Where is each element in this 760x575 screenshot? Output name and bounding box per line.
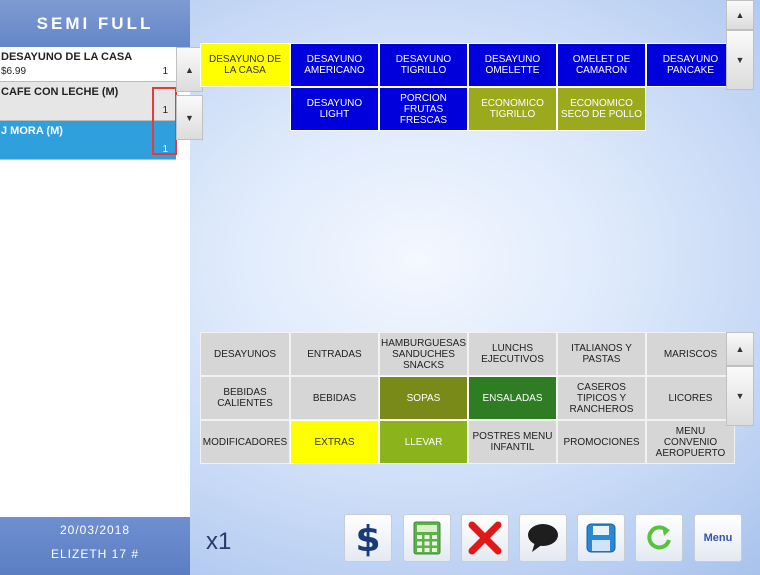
category-tile[interactable]: ITALIANOS Y PASTAS: [557, 332, 646, 376]
category-tile[interactable]: DESAYUNOS: [200, 332, 290, 376]
product-tile[interactable]: OMELET DE CAMARON: [557, 43, 646, 87]
comment-icon: [528, 524, 558, 552]
delete-button[interactable]: [461, 514, 509, 562]
category-tile[interactable]: BEBIDAS CALIENTES: [200, 376, 290, 420]
product-tile[interactable]: DESAYUNO OMELETTE: [468, 43, 557, 87]
product-tile[interactable]: PORCION FRUTAS FRESCAS: [379, 87, 468, 131]
category-tile[interactable]: MODIFICADORES: [200, 420, 290, 464]
order-item-selected[interactable]: J MORA (M) 1: [0, 121, 176, 160]
refresh-button[interactable]: [635, 514, 683, 562]
chevron-up-icon: ▲: [185, 64, 194, 75]
session-footer: 20/03/2018 ELIZETH 17 #: [0, 517, 190, 575]
order-list: DESAYUNO DE LA CASA $6.99 1 CAFE CON LEC…: [0, 47, 176, 160]
save-button[interactable]: [577, 514, 625, 562]
product-tile[interactable]: DESAYUNO AMERICANO: [290, 43, 379, 87]
order-item-name: J MORA (M): [1, 125, 63, 137]
calculator-button[interactable]: [403, 514, 451, 562]
category-tile[interactable]: BEBIDAS: [290, 376, 379, 420]
order-item-name: CAFE CON LECHE (M): [1, 86, 119, 98]
category-tile[interactable]: HAMBURGUESAS SANDUCHES SNACKS: [379, 332, 468, 376]
product-tile[interactable]: ECONOMICO SECO DE POLLO: [557, 87, 646, 131]
brand-title: SEMI FULL: [0, 0, 190, 47]
calculator-icon: [413, 521, 441, 555]
category-tile[interactable]: ENTRADAS: [290, 332, 379, 376]
refresh-icon: [647, 525, 671, 550]
product-scroll-up-button[interactable]: ▲: [726, 0, 754, 30]
order-item-qty: 1: [162, 66, 168, 77]
comment-button[interactable]: [519, 514, 567, 562]
order-panel: SEMI FULL DESAYUNO DE LA CASA $6.99 1 CA…: [0, 0, 190, 575]
category-tile[interactable]: EXTRAS: [290, 420, 379, 464]
product-tile[interactable]: DESAYUNO DE LA CASA: [200, 43, 290, 87]
payment-button[interactable]: $: [344, 514, 392, 562]
session-user: ELIZETH 17 #: [50, 547, 140, 561]
category-tile[interactable]: SOPAS: [379, 376, 468, 420]
category-tile[interactable]: PROMOCIONES: [557, 420, 646, 464]
product-scroll-down-button[interactable]: ▼: [726, 30, 754, 90]
product-tile[interactable]: DESAYUNO TIGRILLO: [379, 43, 468, 87]
menu-button[interactable]: Menu: [694, 514, 742, 562]
product-tile[interactable]: DESAYUNO PANCAKE: [646, 43, 735, 87]
chevron-down-icon: ▼: [735, 55, 745, 65]
category-tile[interactable]: MARISCOS: [646, 332, 735, 376]
quantity-multiplier[interactable]: x1: [206, 528, 231, 556]
order-item[interactable]: DESAYUNO DE LA CASA $6.99 1: [0, 47, 176, 82]
chevron-down-icon: ▼: [185, 112, 194, 123]
save-icon: [586, 523, 616, 553]
order-item[interactable]: CAFE CON LECHE (M) 1: [0, 82, 176, 121]
category-tile[interactable]: ENSALADAS: [468, 376, 557, 420]
chevron-down-icon: ▼: [735, 391, 745, 401]
chevron-up-icon: ▲: [735, 344, 745, 354]
order-item-price: $6.99: [1, 66, 27, 77]
dollar-icon: $: [355, 519, 380, 557]
category-scroll-up-button[interactable]: ▲: [726, 332, 754, 366]
order-scroll-down-button[interactable]: ▼: [176, 95, 203, 140]
order-item-name: DESAYUNO DE LA CASA: [1, 51, 133, 63]
delete-x-icon: [468, 521, 502, 555]
product-tile[interactable]: DESAYUNO LIGHT: [290, 87, 379, 131]
product-tile[interactable]: ECONOMICO TIGRILLO: [468, 87, 557, 131]
category-tile[interactable]: LLEVAR: [379, 420, 468, 464]
category-tile[interactable]: POSTRES MENU INFANTIL: [468, 420, 557, 464]
svg-text:$: $: [355, 519, 380, 557]
session-date: 20/03/2018: [59, 523, 131, 537]
category-tile[interactable]: MENU CONVENIO AEROPUERTO: [646, 420, 735, 464]
category-scroll-down-button[interactable]: ▼: [726, 366, 754, 426]
order-scroll-up-button[interactable]: ▲: [176, 47, 203, 92]
category-tile[interactable]: LICORES: [646, 376, 735, 420]
category-tile[interactable]: LUNCHS EJECUTIVOS: [468, 332, 557, 376]
chevron-up-icon: ▲: [735, 10, 745, 20]
category-tile[interactable]: CASEROS TIPICOS Y RANCHEROS: [557, 376, 646, 420]
qty-highlight-box: [152, 87, 177, 155]
